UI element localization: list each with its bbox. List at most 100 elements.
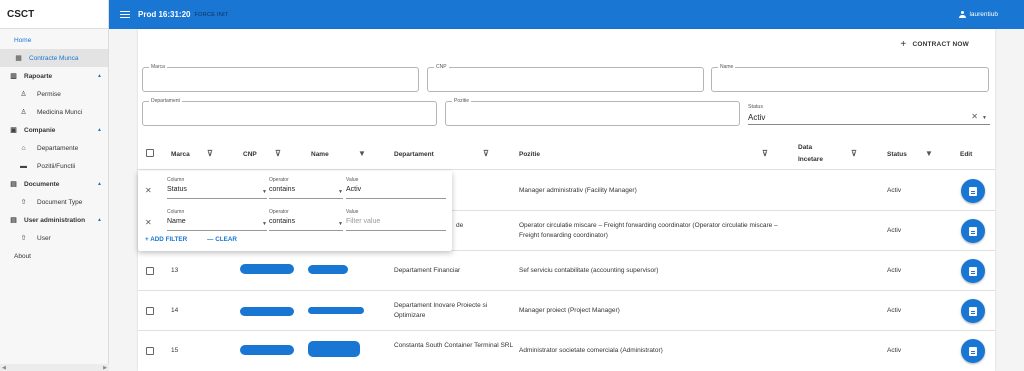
- redacted-name: [308, 341, 360, 357]
- row-checkbox[interactable]: [146, 347, 154, 355]
- filter-active-icon[interactable]: ▼: [925, 149, 933, 158]
- row-checkbox[interactable]: [146, 307, 154, 315]
- edit-button[interactable]: [961, 179, 985, 203]
- sidebar-item-label: User administration: [24, 216, 86, 224]
- select-all-checkbox[interactable]: [146, 149, 154, 157]
- sidebar-scrollbar[interactable]: ◀ ▶: [0, 364, 109, 371]
- chevron-down-icon: ▼: [338, 189, 343, 195]
- operator-value: contains: [269, 186, 296, 193]
- operator-label: Operator: [269, 209, 289, 215]
- sidebar-item-label: Pozitii/Functii: [37, 162, 76, 170]
- cell-pozitie: Operator circulatie miscare – Freight fo…: [519, 222, 778, 239]
- cell-status: Activ: [887, 347, 902, 354]
- value-label: Value: [346, 177, 359, 183]
- scroll-right-icon[interactable]: ▶: [103, 365, 107, 371]
- redacted-cnp: [240, 345, 294, 355]
- filter-value: Activ: [346, 186, 362, 193]
- cell-departament: Departament Inovare Proiecte si Optimiza…: [394, 302, 488, 319]
- col-cnp[interactable]: CNP: [243, 151, 257, 158]
- remove-filter-icon[interactable]: ✕: [145, 218, 152, 227]
- remove-filter-icon[interactable]: ✕: [145, 186, 152, 195]
- upload-icon: ⇧: [20, 199, 27, 206]
- building-icon: ▣: [10, 127, 17, 134]
- marca-field[interactable]: Marca: [142, 64, 419, 92]
- filter-operator-select[interactable]: Operator contains ▼: [269, 209, 343, 231]
- sidebar-item-user[interactable]: ⇧ User: [0, 229, 108, 247]
- document-icon: [969, 186, 977, 196]
- cell-departament: Constanta South Container Terminal SRL: [394, 342, 514, 349]
- add-contract-button[interactable]: + CONTRACT NOW: [900, 39, 969, 50]
- operator-label: Operator: [269, 177, 289, 183]
- edit-button[interactable]: [961, 259, 985, 283]
- filter-value-input[interactable]: Value Filter value: [346, 209, 446, 231]
- col-marca[interactable]: Marca: [171, 151, 190, 158]
- filter-value-input[interactable]: Value Activ: [346, 177, 446, 199]
- column-value: Status: [167, 186, 187, 193]
- filter-actions: + ADD FILTER — CLEAR: [145, 236, 257, 243]
- sidebar-group-rapoarte[interactable]: ▥ Rapoarte ▲: [0, 67, 108, 85]
- row-checkbox[interactable]: [146, 267, 154, 275]
- sidebar-item-departamente[interactable]: ⌂ Departamente: [0, 139, 108, 157]
- sidebar-item-contracte[interactable]: ▦ Contracte Munca: [0, 49, 108, 67]
- col-departament[interactable]: Departament: [394, 151, 434, 158]
- sidebar-item-pozitii[interactable]: ▬ Pozitii/Functii: [0, 157, 108, 175]
- table-row[interactable]: 15 Constanta South Container Terminal SR…: [138, 331, 995, 371]
- edit-button[interactable]: [961, 339, 985, 363]
- status-select[interactable]: Status Activ ✕ ▼: [748, 104, 990, 125]
- filter-operator-select[interactable]: Operator contains ▼: [269, 177, 343, 199]
- col-name[interactable]: Name: [311, 151, 329, 158]
- filter-column-select[interactable]: Column Status ▼: [167, 177, 267, 199]
- sidebar-item-medicina[interactable]: ♙ Medicina Munci: [0, 103, 108, 121]
- username: laurentiub: [969, 11, 998, 18]
- filter-icon[interactable]: ⊽: [483, 149, 489, 158]
- name-field[interactable]: Name: [711, 64, 989, 92]
- departament-field[interactable]: Departament: [142, 98, 437, 126]
- chevron-down-icon: ▼: [338, 221, 343, 227]
- value-label: Value: [346, 209, 359, 215]
- filter-active-icon[interactable]: ▼: [358, 149, 366, 158]
- filter-value-placeholder: Filter value: [346, 218, 381, 225]
- sidebar-item-label: Permise: [37, 90, 61, 98]
- scroll-left-icon[interactable]: ◀: [2, 365, 6, 371]
- sidebar-item-about[interactable]: About: [0, 247, 108, 265]
- sidebar-item-permise[interactable]: ♙ Permise: [0, 85, 108, 103]
- close-icon[interactable]: ✕: [971, 112, 978, 121]
- edit-button[interactable]: [961, 219, 985, 243]
- sidebar-item-label: Home: [14, 36, 32, 44]
- chart-icon: ▥: [10, 73, 17, 80]
- filter-icon[interactable]: ⊽: [762, 149, 768, 158]
- menu-icon[interactable]: [120, 11, 130, 18]
- user-menu[interactable]: laurentiub: [959, 11, 998, 18]
- folder-icon: ▤: [10, 217, 17, 224]
- filter-icon[interactable]: ⊽: [851, 149, 857, 158]
- sidebar-item-document-type[interactable]: ⇧ Document Type: [0, 193, 108, 211]
- name-label: Name: [718, 64, 736, 70]
- col-pozitie[interactable]: Pozitie: [519, 151, 540, 158]
- sidebar-group-companie[interactable]: ▣ Companie ▲: [0, 121, 108, 139]
- sidebar-item-home[interactable]: Home: [0, 31, 108, 49]
- add-filter-button[interactable]: + ADD FILTER: [145, 236, 197, 243]
- pozitie-field[interactable]: Pozitie: [445, 98, 740, 126]
- table-row[interactable]: 14 Departament Inovare Proiecte si Optim…: [138, 291, 995, 331]
- cnp-field[interactable]: CNP: [427, 64, 704, 92]
- force-init-button[interactable]: FORCE INIT: [194, 12, 228, 18]
- col-status[interactable]: Status: [887, 151, 907, 158]
- cell-marca: 15: [171, 347, 179, 354]
- table-row[interactable]: 13 Departament Financiar Sef serviciu co…: [138, 251, 995, 291]
- sidebar-item-label: Contracte Munca: [29, 54, 79, 62]
- redacted-name: [308, 265, 348, 274]
- chevron-down-icon[interactable]: ▼: [982, 115, 987, 121]
- edit-button[interactable]: [961, 299, 985, 323]
- filter-icon[interactable]: ⊽: [275, 149, 281, 158]
- chevron-down-icon: ▼: [262, 189, 267, 195]
- sidebar-group-documente[interactable]: ▤ Documente ▲: [0, 175, 108, 193]
- col-data-incetare[interactable]: Data: [798, 144, 812, 151]
- chevron-up-icon: ▲: [97, 181, 102, 187]
- clear-button[interactable]: — CLEAR: [207, 236, 247, 243]
- filter-icon[interactable]: ⊽: [207, 149, 213, 158]
- folder-icon: ▤: [10, 181, 17, 188]
- sidebar-group-user-admin[interactable]: ▤ User administration ▲: [0, 211, 108, 229]
- clear-label: CLEAR: [215, 236, 237, 243]
- filter-column-select[interactable]: Column Name ▼: [167, 209, 267, 231]
- sidebar-item-label: Documente: [24, 180, 60, 188]
